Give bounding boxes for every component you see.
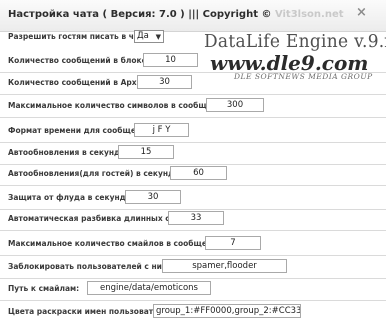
max-chars-input[interactable]: 300 — [206, 98, 264, 112]
smiles-path-label: Путь к смайлам: — [8, 284, 80, 293]
block-users-input[interactable]: spamer,flooder — [162, 259, 287, 273]
close-icon[interactable]: × — [356, 5, 367, 20]
setting-row-time-format: Формат времени для сообщений: j F Y — [0, 121, 386, 143]
flood-label: Защита от флуда в секундах: — [8, 193, 139, 202]
setting-row-smiles-path: Путь к смайлам: engine/data/emoticons — [0, 279, 386, 301]
flood-input[interactable]: 30 — [125, 190, 181, 204]
setting-row-messages-block: Количество сообщений в блоке: 10 — [0, 51, 386, 73]
time-format-label: Формат времени для сообщений: — [8, 126, 155, 135]
chevron-down-icon: ▼ — [155, 33, 161, 41]
header-title: Настройка чата ( Версия: 7.0 ) ||| Copyr… — [8, 9, 344, 20]
auto-break-input[interactable]: 33 — [168, 211, 224, 225]
block-users-label: Заблокировать пользователей с никами: — [8, 262, 187, 271]
messages-archive-input[interactable]: 30 — [137, 75, 192, 89]
messages-block-input[interactable]: 10 — [143, 53, 198, 67]
guests-write-value: Да — [137, 31, 149, 41]
auto-break-label: Автоматическая разбивка длинных слов: — [8, 214, 189, 223]
guests-write-select[interactable]: Да ▼ — [134, 30, 164, 43]
setting-row-guests-write: Разрешить гостям писать в чате: Да ▼ — [0, 27, 386, 49]
time-format-input[interactable]: j F Y — [134, 123, 189, 137]
name-colors-label: Цвета раскраски имен пользователей: — [8, 307, 178, 316]
max-smiles-input[interactable]: 7 — [205, 236, 261, 250]
setting-row-flood: Защита от флуда в секундах: 30 — [0, 188, 386, 210]
setting-row-max-chars: Максимальное количество символов в сообщ… — [0, 96, 386, 118]
name-colors-input[interactable]: group_1:#FF0000,group_2:#CC33CC,gr — [153, 304, 301, 318]
setting-row-name-colors: Цвета раскраски имен пользователей: grou… — [0, 302, 386, 324]
setting-row-max-smiles: Максимальное количество смайлов в сообще… — [0, 234, 386, 256]
max-smiles-label: Максимальное количество смайлов в сообще… — [8, 239, 226, 248]
max-chars-label: Максимальное количество символов в сообщ… — [8, 101, 231, 110]
header-title-text: Настройка чата ( Версия: 7.0 ) ||| Copyr… — [8, 9, 275, 20]
setting-row-block-users: Заблокировать пользователей с никами: sp… — [0, 257, 386, 279]
guests-write-label: Разрешить гостям писать в чате: — [8, 32, 152, 41]
autoupdate-input[interactable]: 15 — [118, 145, 174, 159]
smiles-path-input[interactable]: engine/data/emoticons — [87, 281, 211, 295]
copyright-domain: Vit3lson.net — [274, 9, 344, 20]
messages-archive-label: Количество сообщений в Архиве: — [8, 78, 155, 87]
messages-block-label: Количество сообщений в блоке: — [8, 56, 150, 65]
autoupdate-label: Автообновления в секундах: — [8, 148, 133, 157]
setting-row-autoupdate: Автообновления в секундах: 15 — [0, 143, 386, 165]
autoupdate-guests-input[interactable]: 60 — [170, 166, 227, 180]
autoupdate-guests-label: Автообновления(для гостей) в секундах: — [8, 169, 188, 178]
setting-row-auto-break: Автоматическая разбивка длинных слов: 33 — [0, 209, 386, 231]
setting-row-messages-archive: Количество сообщений в Архиве: 30 — [0, 73, 386, 95]
setting-row-autoupdate-guests: Автообновления(для гостей) в секундах: 6… — [0, 164, 386, 186]
